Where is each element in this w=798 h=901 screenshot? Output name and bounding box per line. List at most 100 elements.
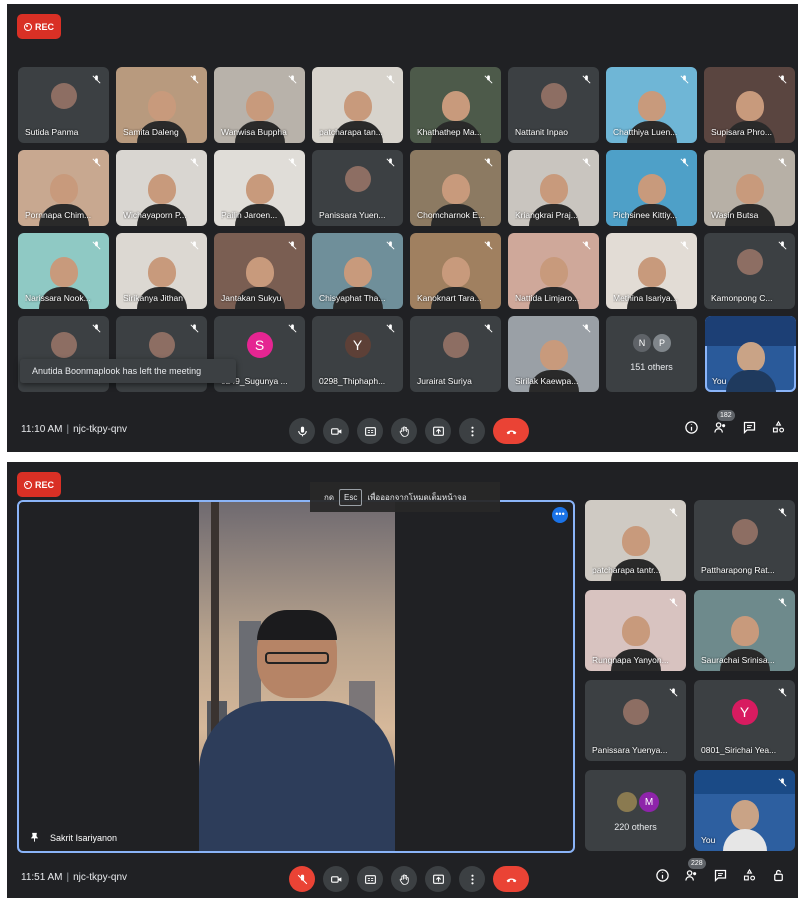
more-vert-icon: [470, 426, 474, 436]
meeting-info-2: 11:51 AM | njc-tkpy-qnv: [21, 872, 128, 883]
activities-icon[interactable]: [742, 868, 757, 883]
participant-tile[interactable]: Methina Isariya...: [606, 233, 697, 309]
mic-off-icon: [384, 323, 396, 335]
mic-off-icon: [776, 687, 788, 699]
captions-button-2[interactable]: [357, 866, 383, 892]
mic-off-icon: [667, 597, 679, 609]
captions-button[interactable]: [357, 418, 383, 444]
participant-tile[interactable]: Chatthiya Luen...: [606, 67, 697, 143]
hand-icon: [399, 425, 409, 437]
mic-off-icon: [482, 323, 494, 335]
participant-tile[interactable]: Panissara Yuen...: [312, 150, 403, 226]
participant-tile[interactable]: Nattida Limjaro...: [508, 233, 599, 309]
participant-tile[interactable]: Nattanit Inpao: [508, 67, 599, 143]
activities-icon[interactable]: [771, 420, 786, 435]
participant-video: [637, 257, 666, 288]
participant-tile[interactable]: Rungnapa Yanyon...: [585, 590, 686, 671]
participant-tile[interactable]: Kanoknart Tara...: [410, 233, 501, 309]
captions-icon: [364, 874, 376, 884]
microphone-button[interactable]: [289, 418, 315, 444]
participant-name: Sutida Panma: [25, 127, 79, 137]
mic-off-icon: [776, 597, 788, 609]
chat-icon[interactable]: [742, 420, 757, 435]
more-vert-icon: [470, 874, 474, 884]
participant-name: Supisara Phro...: [711, 127, 772, 137]
side-controls-2: 228: [655, 858, 786, 888]
participant-tile[interactable]: Chomcharnok E...: [410, 150, 501, 226]
participant-tile[interactable]: Narissara Nook...: [18, 233, 109, 309]
participant-tile[interactable]: patcharapa tan...: [312, 67, 403, 143]
participant-tile[interactable]: Pailin Jaroen...: [214, 150, 305, 226]
mic-off-icon: [482, 74, 494, 86]
participant-tile[interactable]: Saurachai Srinisa...: [694, 590, 795, 671]
leave-call-button[interactable]: [493, 418, 529, 444]
participant-tile[interactable]: Pornnapa Chim...: [18, 150, 109, 226]
participant-name: Narissara Nook...: [25, 293, 91, 303]
participant-tile[interactable]: Sirilak Kaewpa...: [508, 316, 599, 392]
participant-tile[interactable]: Wasin Butsa: [704, 150, 795, 226]
microphone-off-button[interactable]: [289, 866, 315, 892]
participant-tile[interactable]: Jurairat Suriya: [410, 316, 501, 392]
info-icon[interactable]: [684, 420, 699, 435]
participant-tile[interactable]: Y 0298_Thiphaph...: [312, 316, 403, 392]
people-button-2[interactable]: 228: [684, 858, 706, 888]
more-options-button-2[interactable]: [459, 866, 485, 892]
participant-name: Nattanit Inpao: [515, 127, 568, 137]
more-options-button[interactable]: [459, 418, 485, 444]
leave-call-button-2[interactable]: [493, 866, 529, 892]
participant-tile[interactable]: Kriangkrai Praj...: [508, 150, 599, 226]
participant-name: Pattharapong Rat...: [701, 565, 775, 575]
self-tile[interactable]: You: [705, 316, 796, 392]
present-button-2[interactable]: [425, 866, 451, 892]
raise-hand-button[interactable]: [391, 418, 417, 444]
mic-off-icon: [580, 157, 592, 169]
participant-tile[interactable]: Wichayaporn P...: [116, 150, 207, 226]
pinned-speaker-tile[interactable]: ••• Sakrit Isariyanon: [17, 500, 575, 853]
participant-video: [637, 91, 666, 122]
participant-tile[interactable]: Pichsinee Kittiy...: [606, 150, 697, 226]
participant-tile[interactable]: Kamonpong C...: [704, 233, 795, 309]
participant-video: [49, 257, 78, 288]
participant-tile[interactable]: Khathathep Ma...: [410, 67, 501, 143]
camera-icon: [330, 875, 341, 883]
participant-tile[interactable]: Wanwisa Buppha: [214, 67, 305, 143]
participant-tile[interactable]: Y 0801_Sirichai Yea...: [694, 680, 795, 761]
self-tile-2[interactable]: You: [694, 770, 795, 851]
participant-tile[interactable]: Samita Daleng: [116, 67, 207, 143]
others-tile[interactable]: N P 151 others: [606, 316, 697, 392]
present-button[interactable]: [425, 418, 451, 444]
others-tile-2[interactable]: M 220 others: [585, 770, 686, 851]
participant-tile[interactable]: Sirikanya Jithan: [116, 233, 207, 309]
mic-off-icon: [482, 157, 494, 169]
host-controls-icon[interactable]: [771, 868, 786, 883]
camera-button-2[interactable]: [323, 866, 349, 892]
participant-name: Wasin Butsa: [711, 210, 759, 220]
raise-hand-button-2[interactable]: [391, 866, 417, 892]
others-count-2: 220 others: [614, 822, 657, 832]
participant-avatar: [344, 166, 371, 192]
participant-tile[interactable]: Supisara Phro...: [704, 67, 795, 143]
participant-tile[interactable]: Pattharapong Rat...: [694, 500, 795, 581]
participant-tile[interactable]: Jantakan Sukyu: [214, 233, 305, 309]
people-button[interactable]: 182: [713, 410, 735, 440]
participant-video: [637, 174, 666, 205]
chat-icon[interactable]: [713, 868, 728, 883]
participant-tile[interactable]: patcharapa tantr...: [585, 500, 686, 581]
mic-off-icon: [384, 74, 396, 86]
participant-name: Pichsinee Kittiy...: [613, 210, 678, 220]
mic-off-icon: [776, 157, 788, 169]
camera-button[interactable]: [323, 418, 349, 444]
participant-video: [441, 257, 470, 288]
participant-tile[interactable]: Panissara Yuenya...: [585, 680, 686, 761]
participant-tile[interactable]: Chisyaphat Tha...: [312, 233, 403, 309]
participant-name: Panissara Yuenya...: [592, 745, 668, 755]
meeting-spotlight-view: REC กด Esc เพื่อออกจากโหมดเต็มหน้าจอ •••…: [7, 462, 798, 898]
tile-more-options-icon[interactable]: •••: [552, 507, 568, 523]
participant-video: [539, 257, 568, 288]
hand-icon: [399, 873, 409, 885]
mic-off-icon: [678, 157, 690, 169]
bottom-toolbar-2: 11:51 AM | njc-tkpy-qnv 228: [7, 858, 798, 898]
participant-initial-avatar: Y: [344, 332, 371, 358]
participant-tile[interactable]: Sutida Panma: [18, 67, 109, 143]
info-icon[interactable]: [655, 868, 670, 883]
